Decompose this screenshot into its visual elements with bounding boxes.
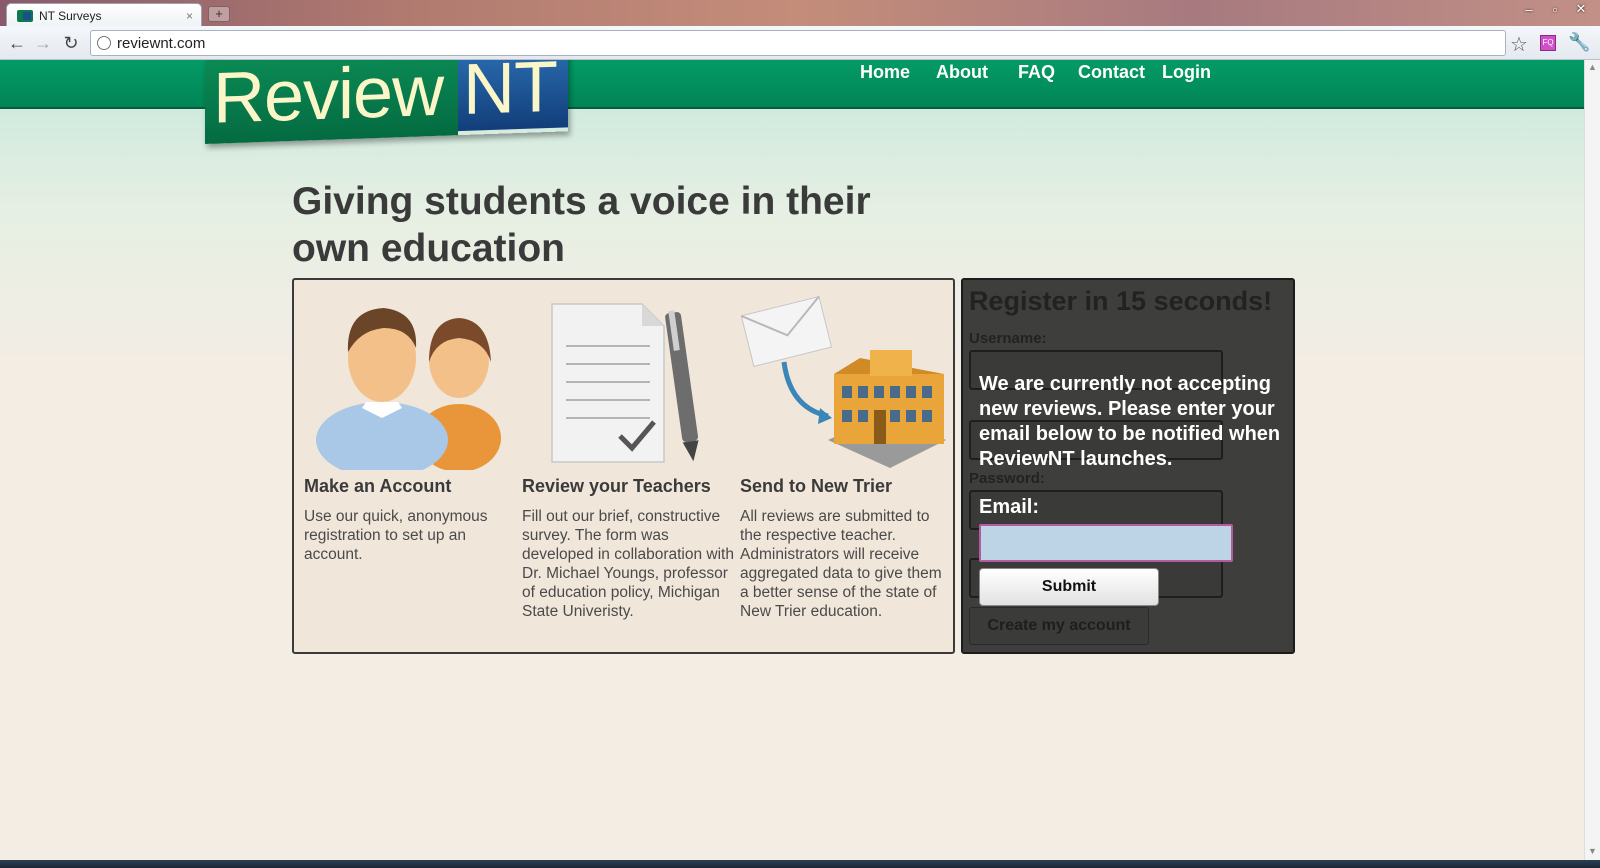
page-scrollbar[interactable]: ▲ ▼ [1584, 60, 1600, 860]
tab-close-icon[interactable]: × [186, 9, 193, 23]
email-label: Email: [979, 496, 1040, 518]
people-icon [304, 290, 516, 478]
site-logo[interactable]: Review NT [205, 60, 568, 144]
nav-faq-link[interactable]: FAQ [1018, 61, 1055, 84]
nav-login-link[interactable]: Login [1162, 61, 1211, 84]
email-input[interactable] [979, 524, 1233, 562]
url-input[interactable] [117, 34, 1505, 52]
feature-body: Use our quick, anonymous registration to… [304, 508, 488, 563]
tab-title: NT Surveys [39, 8, 102, 23]
document-pen-icon [522, 290, 734, 470]
globe-icon [97, 36, 111, 50]
nav-about-link[interactable]: About [936, 61, 988, 84]
feature-title: Review your Teachers [522, 476, 711, 496]
submit-button[interactable]: Submit [979, 568, 1159, 606]
feature-send-new-trier: Send to New Trier All reviews are submit… [740, 290, 952, 621]
maximize-icon[interactable]: ▫ [1542, 0, 1568, 18]
bookmark-star-icon[interactable]: ☆ [1510, 32, 1528, 57]
feature-title: Make an Account [304, 476, 452, 496]
extension-icon[interactable]: FQ [1540, 35, 1556, 51]
forward-arrow-icon[interactable]: → [32, 32, 54, 54]
address-bar[interactable] [90, 30, 1506, 56]
reload-icon[interactable]: ↻ [60, 32, 82, 54]
page-headline: Giving students a voice in their own edu… [292, 180, 871, 270]
nav-contact-link[interactable]: Contact [1078, 61, 1145, 84]
browser-tab[interactable]: NT Surveys × [6, 3, 202, 27]
close-window-icon[interactable]: ✕ [1568, 0, 1594, 18]
register-title: Register in 15 seconds! [969, 286, 1273, 316]
feature-review-teachers: Review your Teachers Fill out our brief,… [522, 290, 734, 621]
features-panel: Make an Account Use our quick, anonymous… [292, 278, 955, 654]
wrench-icon[interactable]: 🔧 [1568, 32, 1590, 53]
envelope-school-icon [740, 290, 952, 470]
feature-title: Send to New Trier [740, 476, 893, 496]
window-titlebar: NT Surveys × + – ▫ ✕ [0, 0, 1600, 27]
scroll-up-icon[interactable]: ▲ [1588, 62, 1597, 72]
create-account-button: Create my account [969, 607, 1149, 645]
logo-text-review: Review [213, 60, 444, 139]
browser-toolbar: ← → ↻ ☆ FQ 🔧 [0, 26, 1600, 60]
os-taskbar [0, 860, 1600, 868]
logo-text-nt: NT [463, 60, 557, 130]
register-panel: Register in 15 seconds! Username: Passwo… [961, 278, 1295, 654]
feature-body: All reviews are submitted to the respect… [740, 508, 942, 620]
new-tab-button[interactable]: + [208, 6, 230, 22]
minimize-icon[interactable]: – [1516, 0, 1542, 18]
back-arrow-icon[interactable]: ← [6, 32, 28, 54]
site-favicon-icon [17, 9, 33, 22]
nav-home-link[interactable]: Home [860, 61, 910, 84]
feature-body: Fill out our brief, constructive survey.… [522, 508, 734, 620]
feature-make-account: Make an Account Use our quick, anonymous… [304, 290, 516, 564]
password-label: Password: [969, 470, 1045, 487]
page-viewport: Review NT Home About FAQ Contact Login G… [0, 60, 1584, 860]
notice-message: We are currently not accepting new revie… [979, 373, 1281, 470]
scroll-down-icon[interactable]: ▼ [1588, 846, 1597, 856]
username-label: Username: [969, 330, 1047, 347]
window-controls: – ▫ ✕ [1516, 0, 1594, 18]
